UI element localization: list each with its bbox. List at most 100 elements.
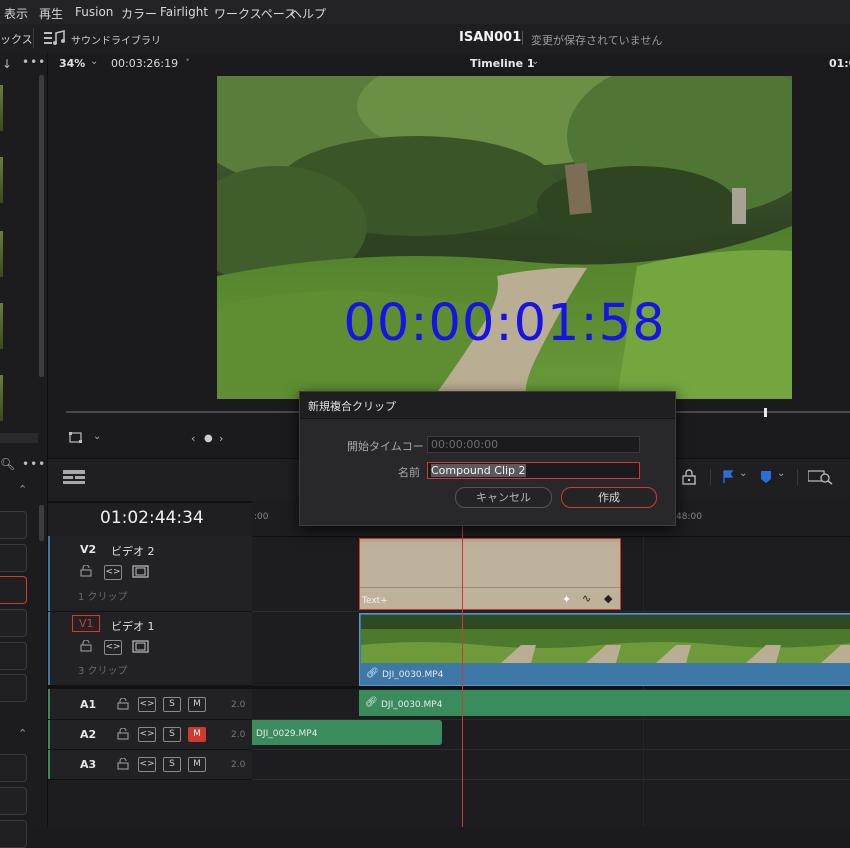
auto-select-icon[interactable]: <> [138,727,156,742]
track-id-a3[interactable]: A3 [80,758,96,771]
transform-icon[interactable] [69,432,83,444]
menu-color[interactable]: カラー [121,5,157,22]
menu-fusion[interactable]: Fusion [75,5,113,19]
chevron-down-icon[interactable]: ⌄ [531,56,539,67]
previous-icon[interactable]: ‹ [191,432,195,445]
lock-icon[interactable] [117,728,129,740]
track-id-v1[interactable]: V1 [79,617,94,630]
start-timecode-label: 開始タイムコード [347,440,435,453]
channel-format: 2.0 [231,700,246,710]
bin-item[interactable] [0,754,27,782]
clip-name-input[interactable]: Compound Clip 2 [427,462,640,479]
new-compound-clip-dialog: 新規複合クリップ 開始タイムコード 00:00:00:00 名前 Compoun… [299,391,676,526]
solo-button[interactable]: S [163,697,181,712]
auto-select-icon[interactable]: <> [104,640,122,655]
record-timecode: 01:0 [829,57,850,70]
video-clip-v1[interactable]: 🔗︎ DJI_0030.MP4 [359,613,850,686]
more-options-icon[interactable]: ••• [22,457,46,471]
lock-icon[interactable] [117,758,129,770]
sort-arrow-icon[interactable]: ↓ [2,57,12,71]
panel-footer [0,433,38,443]
track-name-v1[interactable]: ビデオ 1 [111,618,155,634]
video-toggle-icon[interactable] [132,640,149,653]
menu-playback[interactable]: 再生 [39,5,63,22]
more-options-icon[interactable]: ••• [22,55,46,69]
media-thumbnail[interactable] [0,85,3,131]
solo-button[interactable]: S [163,727,181,742]
playhead-marker[interactable] [764,408,767,417]
media-thumbnail[interactable] [0,303,3,349]
marker-icon[interactable] [760,470,772,484]
bin-item[interactable] [0,787,27,815]
clip-name: DJI_0030.MP4 [381,700,443,710]
flag-icon[interactable] [722,470,734,484]
zoom-level[interactable]: 34% [59,57,85,70]
video-toggle-icon[interactable] [132,565,149,578]
chevron-down-icon[interactable]: ⌄ [93,431,101,442]
link-icon: 🔗︎ [365,697,378,708]
timeline-name[interactable]: Timeline 1 [470,57,535,70]
auto-select-icon[interactable]: <> [104,565,122,580]
media-thumbnail[interactable] [0,157,3,203]
auto-select-icon[interactable]: <> [138,697,156,712]
bin-item[interactable] [0,511,27,539]
menu-help[interactable]: ヘルプ [290,5,326,22]
bin-item[interactable] [0,820,27,848]
scrollbar[interactable] [39,505,44,541]
bin-item[interactable] [0,674,27,702]
text-plus-clip[interactable]: Text+ ✦ ∿ ◆ [359,538,621,610]
chevron-down-icon[interactable]: ⌄ [777,468,785,479]
timeline-timecode: 01:02:44:34 [100,508,204,528]
toolbar-divider [33,28,34,48]
sound-library-label[interactable]: サウンドライブラリ [71,32,161,47]
sound-library-icon[interactable] [44,30,66,46]
mute-button[interactable]: M [188,697,206,712]
timeline-view-options-icon[interactable] [63,470,85,484]
bin-item-selected[interactable] [0,576,27,604]
media-thumbnail[interactable] [0,231,3,277]
bin-item[interactable] [0,544,27,572]
effects-tab-label[interactable]: ックス [0,31,33,47]
create-button[interactable]: 作成 [561,487,657,508]
track-id-v2[interactable]: V2 [80,543,96,556]
bin-item[interactable] [0,642,27,670]
link-icon: 🔗︎ [366,668,379,679]
track-id-a1[interactable]: A1 [80,698,96,711]
search-icon[interactable]: 🔍︎ [0,457,15,471]
zoom-timeline-icon[interactable] [808,469,834,485]
track-divider [252,779,850,780]
timeline-playhead[interactable] [462,524,463,827]
media-thumbnail[interactable] [0,375,3,421]
next-icon[interactable]: › [219,432,223,445]
track-color-bar [48,536,50,611]
bin-item[interactable] [0,609,27,637]
lock-icon[interactable] [117,698,129,710]
audio-clip-a2[interactable]: DJI_0029.MP4 [252,720,442,745]
toolbar-divider [710,469,711,485]
chevron-down-icon[interactable]: ⌄ [90,56,98,67]
project-title: ISAN001 [459,30,522,45]
cancel-button[interactable]: キャンセル [455,487,552,508]
lock-icon[interactable] [80,565,92,577]
mute-button-active[interactable]: M [188,727,206,742]
menu-fairlight[interactable]: Fairlight [160,5,208,19]
track-color-bar [48,720,50,749]
lock-icon[interactable] [80,640,92,652]
lock-icon[interactable] [681,469,697,485]
clip-name: DJI_0029.MP4 [256,729,318,739]
chevron-down-icon[interactable]: ⌄ [739,468,747,479]
collapse-chevron-icon[interactable]: ⌃ [18,727,27,740]
auto-select-icon[interactable]: <> [138,757,156,772]
viewer-video-frame[interactable]: 00:00:01:58 [217,76,792,399]
track-name-v2[interactable]: ビデオ 2 [111,543,155,559]
track-color-bar [48,612,50,685]
scrollbar[interactable] [39,75,44,377]
audio-clip-a1[interactable]: 🔗︎ DJI_0030.MP4 [359,690,850,716]
collapse-chevron-icon[interactable]: ⌃ [18,483,27,496]
mute-button[interactable]: M [188,757,206,772]
start-timecode-input[interactable]: 00:00:00:00 [427,436,640,453]
menu-workspace[interactable]: ワークスペース [214,5,296,22]
track-id-a2[interactable]: A2 [80,728,96,741]
solo-button[interactable]: S [163,757,181,772]
menu-view[interactable]: 表示 [4,5,28,22]
